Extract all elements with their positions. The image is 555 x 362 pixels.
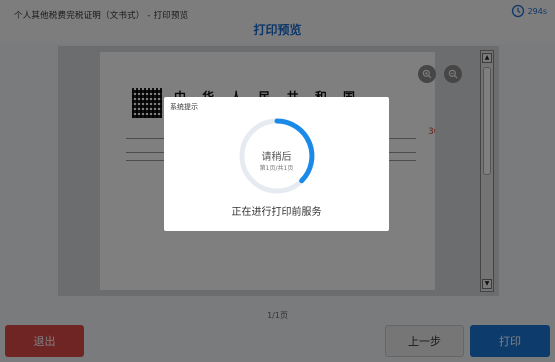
dialog-message: 正在进行打印前服务: [231, 207, 322, 218]
loading-text: 请稍后: [261, 152, 292, 163]
system-prompt-dialog: 系统提示 请稍后 第1页/共1页 正在进行打印前服务: [164, 97, 389, 231]
dialog-title: 系统提示: [170, 103, 198, 111]
loading-page-progress: 第1页/共1页: [259, 165, 294, 172]
